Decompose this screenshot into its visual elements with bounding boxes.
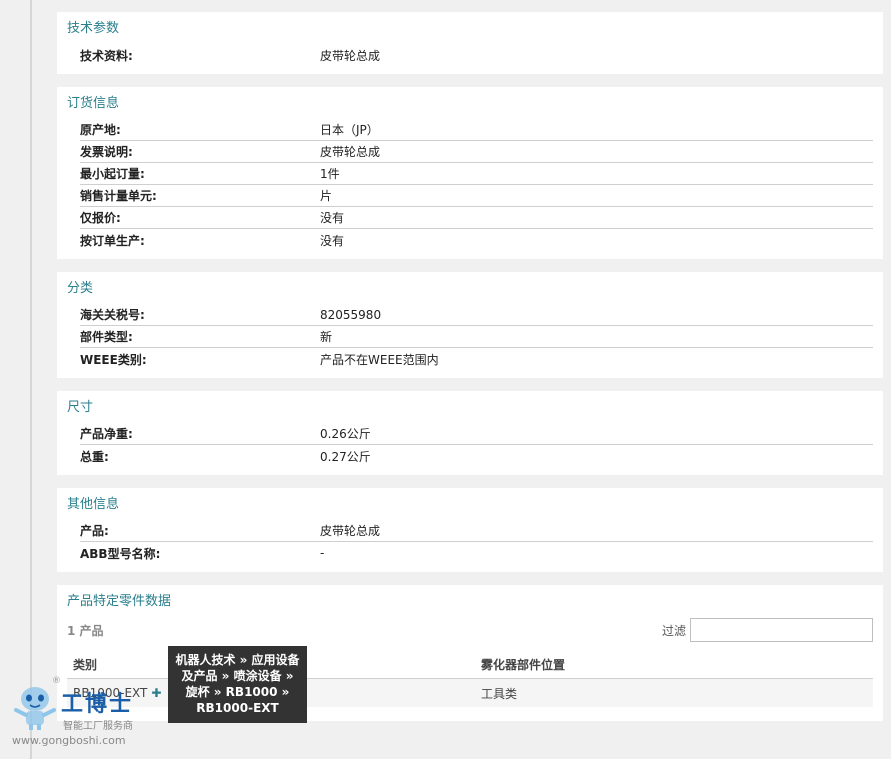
- row-value: 没有: [320, 233, 345, 248]
- category-row-1: 部件类型: 新: [80, 326, 873, 348]
- dimensions-title: 尺寸: [67, 400, 94, 415]
- robot-mascot-icon: [14, 687, 56, 730]
- category-row-2: WEEE类别: 产品不在WEEE范围内: [80, 348, 873, 370]
- other-row-1: ABB型号名称: -: [80, 542, 873, 564]
- order-row-4: 仅报价: 没有: [80, 207, 873, 229]
- row-value: 新: [320, 330, 333, 344]
- row-label: WEEE类别:: [80, 352, 147, 367]
- tech-params-panel: 技术参数 技术资料: 皮带轮总成: [57, 12, 883, 74]
- row-value: 没有: [320, 211, 345, 225]
- row-label: 部件类型:: [80, 330, 133, 344]
- row-value: 皮带轮总成: [320, 524, 381, 538]
- tech-row-0: 技术资料: 皮带轮总成: [80, 44, 873, 66]
- watermark: ® 工博士 智能工厂服务商 www.gongboshi.com: [8, 676, 158, 748]
- filter-input[interactable]: [690, 618, 873, 642]
- row-label: 销售计量单元:: [80, 189, 157, 203]
- filter-label: 过滤: [661, 623, 686, 638]
- brand-tagline: 智能工厂服务商: [63, 721, 133, 732]
- column-header-location[interactable]: 雾化器部件位置: [481, 656, 565, 673]
- order-row-1: 发票说明: 皮带轮总成: [80, 141, 873, 163]
- category-row-0: 海关关税号: 82055980: [80, 304, 873, 326]
- tooltip-line: 旋杯 » RB1000 »: [185, 685, 290, 699]
- row-label: 最小起订量:: [80, 167, 145, 181]
- order-row-3: 销售计量单元: 片: [80, 185, 873, 207]
- row-value: 片: [320, 189, 333, 203]
- row-label: 海关关税号:: [80, 308, 145, 322]
- content-area: 技术参数 技术资料: 皮带轮总成 订货信息 原产地: 日本（JP） 发票说明: 皮带…: [57, 0, 891, 734]
- filter-bar: 1 产品 过滤: [67, 617, 873, 643]
- order-info-title: 订货信息: [67, 96, 120, 111]
- row-label: 发票说明:: [80, 145, 133, 159]
- row-value: 1件: [320, 167, 340, 181]
- row-label: 产品:: [80, 524, 109, 538]
- row-value: 82055980: [320, 307, 382, 322]
- left-border-line: [30, 0, 32, 759]
- row-value: -: [320, 546, 325, 560]
- brand-name: 工博士: [61, 691, 134, 717]
- parts-title: 产品特定零件数据: [67, 594, 172, 609]
- row-label: 总重:: [80, 449, 109, 464]
- row-value: 皮带轮总成: [320, 48, 381, 63]
- row-value: 日本（JP）: [320, 123, 379, 137]
- row-label: 仅报价:: [80, 211, 121, 225]
- dimensions-row-0: 产品净重: 0.26公斤: [80, 423, 873, 445]
- order-row-5: 按订单生产: 没有: [80, 229, 873, 251]
- row-label: 原产地:: [80, 123, 121, 137]
- row-value: 产品不在WEEE范围内: [320, 352, 439, 367]
- order-row-0: 原产地: 日本（JP）: [80, 119, 873, 141]
- row-value: 0.26公斤: [320, 427, 371, 441]
- brand-url: www.gongboshi.com: [12, 734, 126, 747]
- breadcrumb-tooltip: 机器人技术 » 应用设备 及产品 » 喷涂设备 » 旋杯 » RB1000 » …: [168, 646, 307, 723]
- tooltip-line: 机器人技术 » 应用设备: [175, 653, 300, 667]
- category-panel: 分类 海关关税号: 82055980 部件类型: 新 WEEE类别: 产品不在WEEE…: [57, 272, 883, 378]
- category-title: 分类: [67, 281, 94, 296]
- filter-group: 过滤: [662, 618, 873, 642]
- order-row-2: 最小起订量: 1件: [80, 163, 873, 185]
- tech-params-title: 技术参数: [67, 21, 120, 36]
- row-label: 按订单生产:: [80, 233, 145, 248]
- other-info-panel: 其他信息 产品: 皮带轮总成 ABB型号名称: -: [57, 488, 883, 572]
- other-info-title: 其他信息: [67, 497, 120, 512]
- dimensions-row-1: 总重: 0.27公斤: [80, 445, 873, 467]
- tooltip-line: RB1000-EXT: [196, 701, 279, 715]
- row-label: 技术资料:: [80, 48, 133, 63]
- product-count: 1 产品: [67, 623, 104, 638]
- row-label: ABB型号名称:: [80, 546, 161, 561]
- row-value: 0.27公斤: [320, 449, 371, 464]
- part-location-cell: 工具类: [481, 686, 518, 701]
- dimensions-panel: 尺寸 产品净重: 0.26公斤 总重: 0.27公斤: [57, 391, 883, 475]
- row-label: 产品净重:: [80, 427, 133, 441]
- other-row-0: 产品: 皮带轮总成: [80, 520, 873, 542]
- row-value: 皮带轮总成: [320, 145, 381, 159]
- order-info-panel: 订货信息 原产地: 日本（JP） 发票说明: 皮带轮总成 最小起订量: 1件 销售计量…: [57, 87, 883, 259]
- tooltip-line: 及产品 » 喷涂设备 »: [181, 669, 294, 683]
